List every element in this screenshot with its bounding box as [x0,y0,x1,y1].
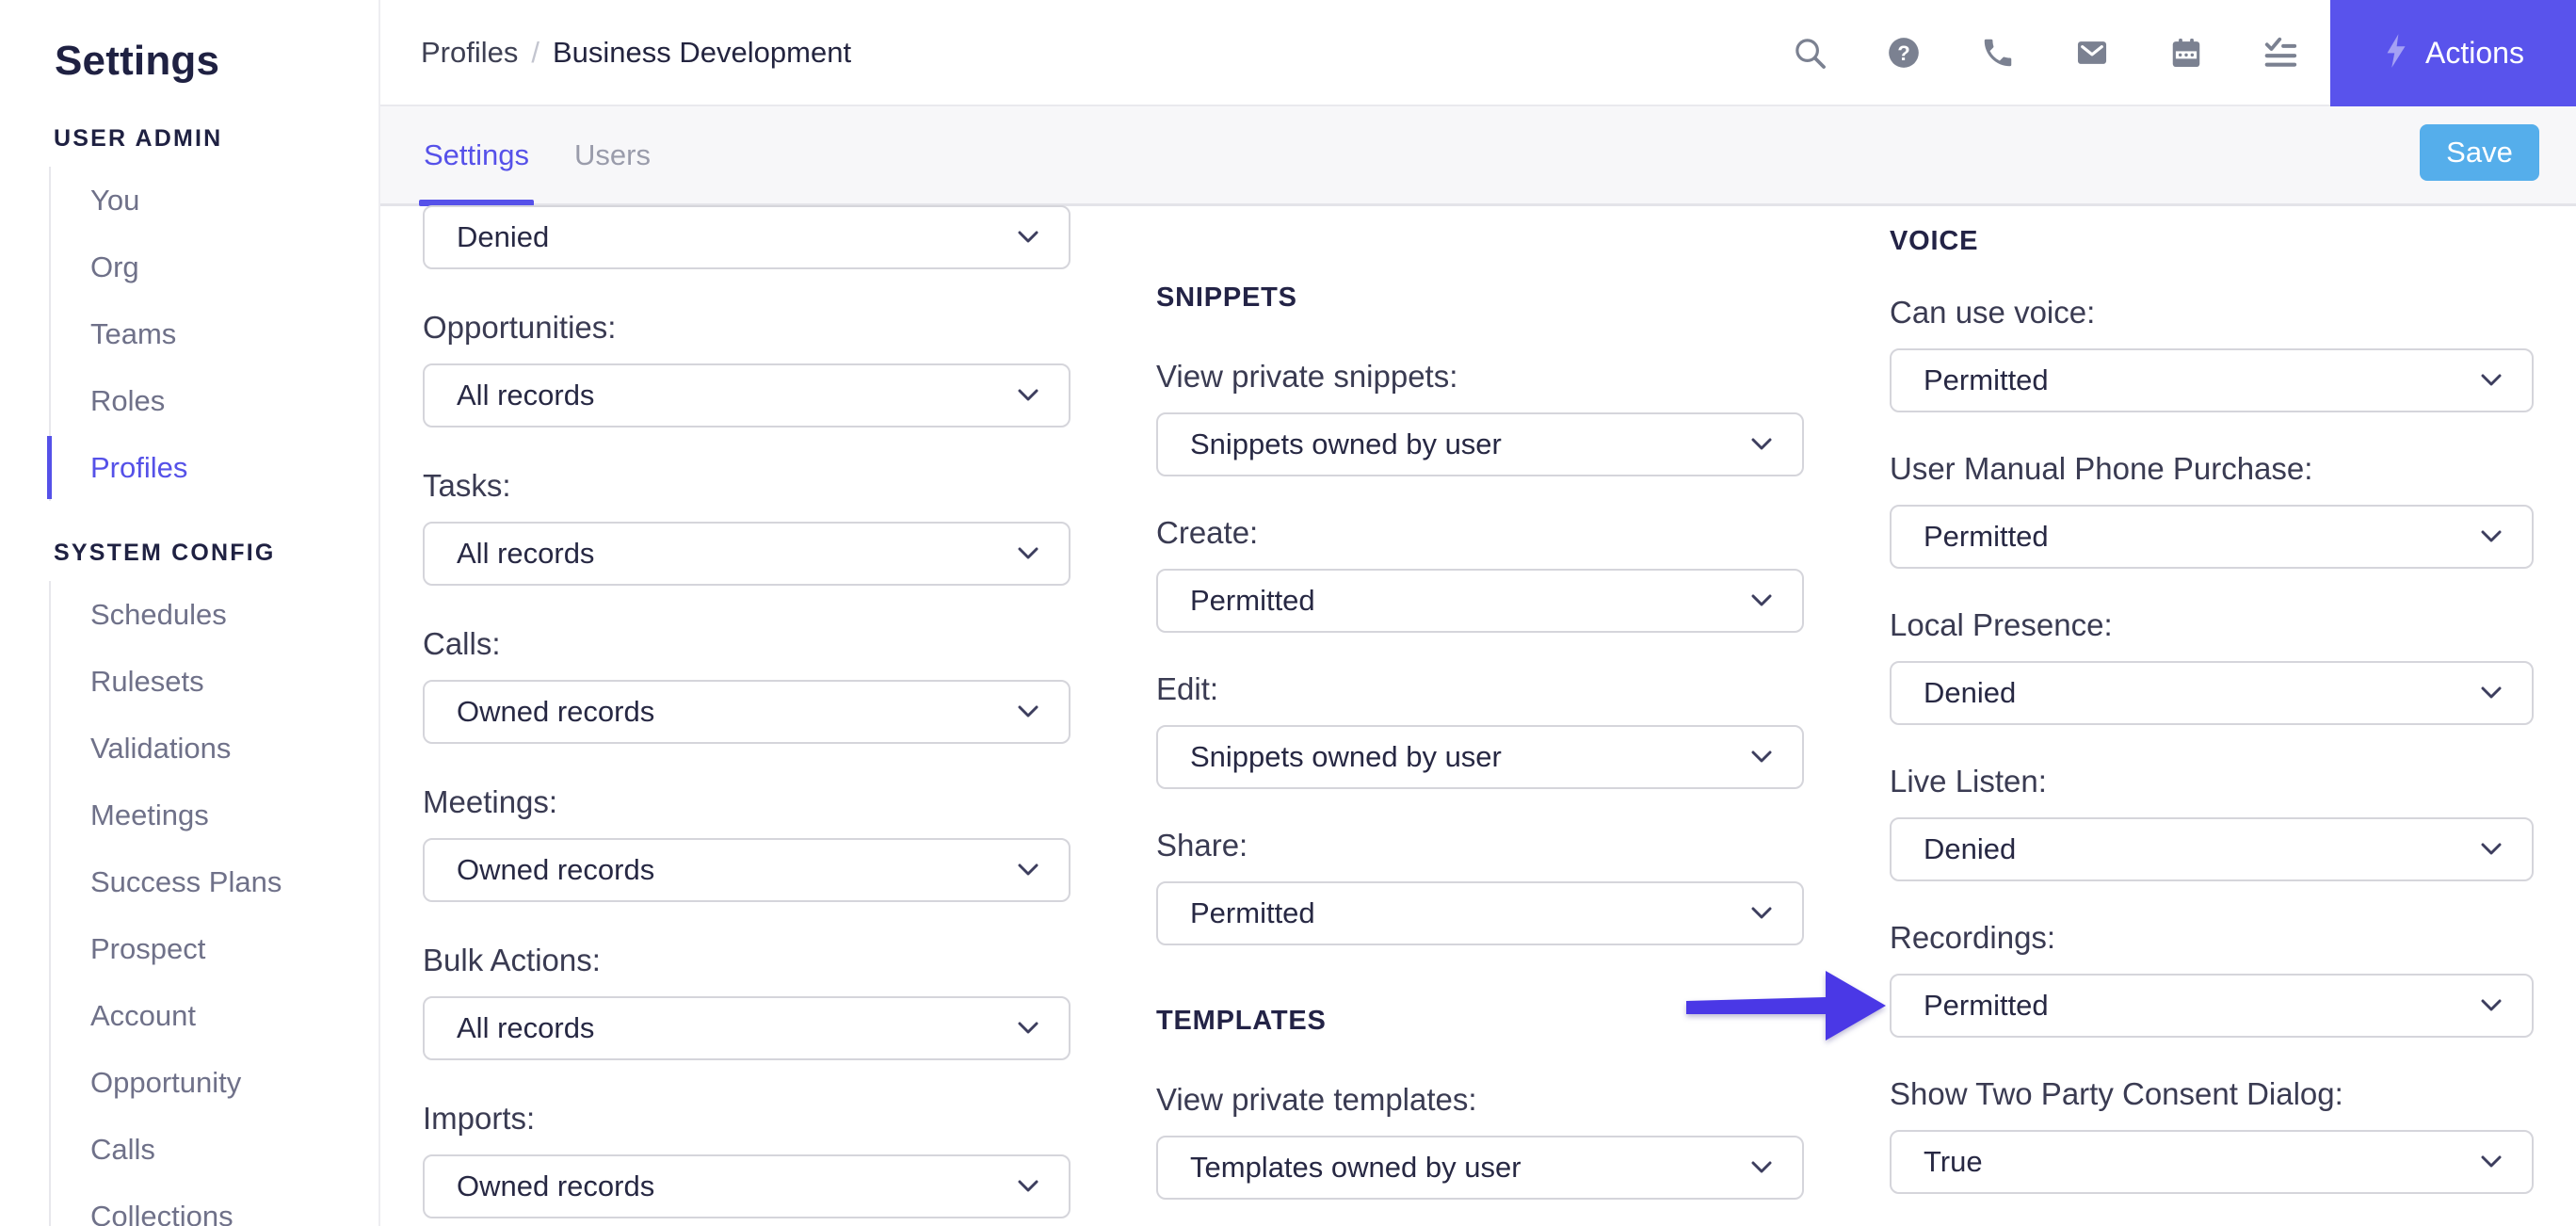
local-presence-select[interactable]: Denied [1890,661,2534,725]
chevron-down-icon [1751,1161,1772,1173]
snippets-edit-select[interactable]: Snippets owned by user [1156,725,1804,789]
column-snippets-templates: SNIPPETS View private snippets: Snippets… [1156,282,1804,1200]
field-cut-off-top: Denied [423,205,1071,269]
can-use-voice-select[interactable]: Permitted [1890,348,2534,412]
field-opportunities: Opportunities: All records [423,309,1071,427]
field-live-listen: Live Listen: Denied [1890,763,2534,881]
field-snippets-create: Create: Permitted [1156,514,1804,633]
column-record-access: Denied Opportunities: All records Tasks:… [423,205,1071,1218]
field-meetings: Meetings: Owned records [423,783,1071,902]
sidebar-item-validations[interactable]: Validations [90,715,378,782]
user-manual-phone-purchase-select[interactable]: Permitted [1890,505,2534,569]
chevron-down-icon [2481,843,2502,855]
tasks-select[interactable]: All records [423,522,1071,586]
view-private-snippets-select[interactable]: Snippets owned by user [1156,412,1804,476]
column-voice: VOICE Can use voice: Permitted User Manu… [1890,226,2534,1194]
field-snippets-edit: Edit: Snippets owned by user [1156,670,1804,789]
chevron-down-icon [2481,374,2502,386]
settings-sidebar: Settings USER ADMIN You Org Teams Roles … [0,0,380,1226]
field-bulk-actions: Bulk Actions: All records [423,942,1071,1060]
sidebar-item-teams[interactable]: Teams [90,300,378,367]
chevron-down-icon [1018,389,1038,401]
sidebar-item-profiles[interactable]: Profiles [47,434,378,501]
sidebar-item-success-plans[interactable]: Success Plans [90,848,378,915]
chevron-down-icon [1018,231,1038,243]
sidebar-item-prospect[interactable]: Prospect [90,915,378,982]
sidebar-item-opportunity[interactable]: Opportunity [90,1049,378,1116]
chevron-down-icon [1018,547,1038,559]
field-show-two-party-consent-dialog: Show Two Party Consent Dialog: True [1890,1075,2534,1194]
sidebar-item-collections[interactable]: Collections [90,1183,378,1226]
snippets-create-select[interactable]: Permitted [1156,569,1804,633]
chevron-down-icon [2481,686,2502,699]
bulk-actions-select[interactable]: All records [423,996,1071,1060]
meetings-select[interactable]: Owned records [423,838,1071,902]
profile-settings-content: Denied Opportunities: All records Tasks:… [0,0,2576,1226]
recordings-select[interactable]: Permitted [1890,974,2534,1038]
chevron-down-icon [1751,438,1772,450]
sidebar-item-account[interactable]: Account [90,982,378,1049]
cutoff-field-select[interactable]: Denied [423,205,1071,269]
opportunities-select[interactable]: All records [423,363,1071,427]
sidebar-item-meetings[interactable]: Meetings [90,782,378,848]
snippets-section-header: SNIPPETS [1156,282,1297,313]
field-calls: Calls: Owned records [423,625,1071,744]
field-view-private-templates: View private templates: Templates owned … [1156,1081,1804,1200]
chevron-down-icon [1751,907,1772,919]
chevron-down-icon [1018,1022,1038,1034]
system-config-nav: Schedules Rulesets Validations Meetings … [49,581,378,1226]
show-two-party-consent-dialog-select[interactable]: True [1890,1130,2534,1194]
chevron-down-icon [1018,1180,1038,1192]
field-recordings: Recordings: Permitted [1890,919,2534,1038]
chevron-down-icon [1018,705,1038,718]
chevron-down-icon [2481,530,2502,542]
sidebar-item-rulesets[interactable]: Rulesets [90,648,378,715]
sidebar-item-org[interactable]: Org [90,234,378,300]
chevron-down-icon [1751,750,1772,763]
snippets-share-select[interactable]: Permitted [1156,881,1804,945]
field-tasks: Tasks: All records [423,467,1071,586]
chevron-down-icon [2481,999,2502,1011]
imports-select[interactable]: Owned records [423,1154,1071,1218]
sidebar-section-user-admin: USER ADMIN [54,125,223,152]
calls-select[interactable]: Owned records [423,680,1071,744]
chevron-down-icon [1018,863,1038,876]
chevron-down-icon [2481,1155,2502,1168]
view-private-templates-select[interactable]: Templates owned by user [1156,1136,1804,1200]
sidebar-title: Settings [55,38,220,84]
user-admin-nav: You Org Teams Roles Profiles [47,167,378,501]
field-local-presence: Local Presence: Denied [1890,606,2534,725]
field-user-manual-phone-purchase: User Manual Phone Purchase: Permitted [1890,450,2534,569]
sidebar-item-roles[interactable]: Roles [90,367,378,434]
field-can-use-voice: Can use voice: Permitted [1890,294,2534,412]
sidebar-section-system-config: SYSTEM CONFIG [54,540,276,566]
field-snippets-share: Share: Permitted [1156,827,1804,945]
sidebar-item-schedules[interactable]: Schedules [90,581,378,648]
field-view-private-snippets: View private snippets: Snippets owned by… [1156,358,1804,476]
field-imports: Imports: Owned records [423,1100,1071,1218]
live-listen-select[interactable]: Denied [1890,817,2534,881]
sidebar-item-you[interactable]: You [90,167,378,234]
annotation-arrow [1686,971,1886,1040]
voice-section-header: VOICE [1890,226,1979,256]
chevron-down-icon [1751,594,1772,606]
sidebar-item-calls[interactable]: Calls [90,1116,378,1183]
